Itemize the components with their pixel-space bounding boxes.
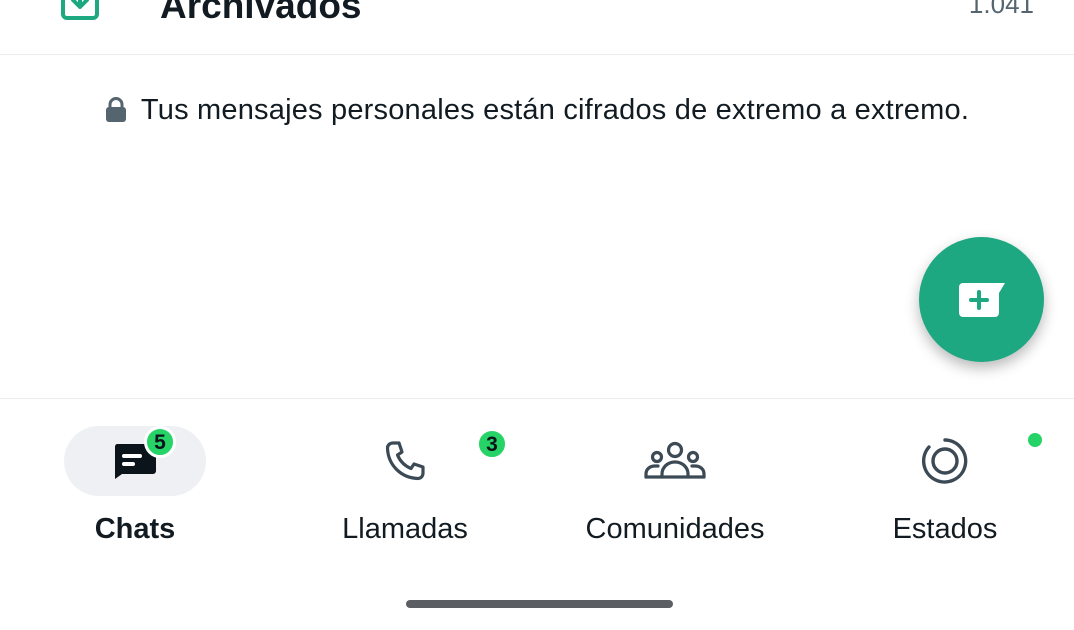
archive-icon	[61, 0, 99, 20]
new-chat-icon	[958, 282, 1005, 317]
tab-chats-label: Chats	[94, 513, 176, 545]
lock-icon	[105, 97, 126, 122]
communities-icon	[644, 441, 706, 479]
phone-icon	[385, 441, 425, 481]
home-indicator[interactable]	[406, 600, 673, 608]
bottom-navigation: 5 Chats 3 Llamadas Comunidades Estados	[0, 398, 1074, 630]
tab-chats[interactable]: 5 Chats	[0, 426, 270, 556]
tab-calls[interactable]: 3 Llamadas	[270, 426, 540, 556]
tab-calls-indicator: 3	[334, 426, 508, 496]
chats-badge: 5	[144, 426, 176, 458]
tab-status-indicator	[874, 426, 1042, 496]
status-icon	[921, 438, 968, 484]
tab-communities-label: Comunidades	[585, 513, 765, 545]
encryption-notice[interactable]: Tus mensajes personales están cifrados d…	[0, 90, 1074, 130]
tab-status[interactable]: Estados	[810, 426, 1074, 556]
calls-badge: 3	[476, 428, 508, 460]
whatsapp-chats-screen: Archivados 1.041 Tus mensajes personales…	[0, 0, 1074, 630]
tab-calls-label: Llamadas	[342, 513, 468, 545]
encryption-text: Tus mensajes personales están cifrados d…	[140, 93, 970, 126]
tab-communities[interactable]: Comunidades	[540, 426, 810, 556]
archived-row[interactable]: Archivados 1.041	[0, 0, 1074, 55]
tab-chats-indicator: 5	[64, 426, 206, 496]
new-chat-button[interactable]	[919, 237, 1044, 362]
tab-communities-indicator	[604, 426, 746, 496]
tab-status-label: Estados	[892, 513, 998, 545]
archived-count: 1.041	[968, 0, 1034, 19]
status-update-dot	[1028, 433, 1042, 447]
archived-title: Archivados	[160, 0, 362, 26]
